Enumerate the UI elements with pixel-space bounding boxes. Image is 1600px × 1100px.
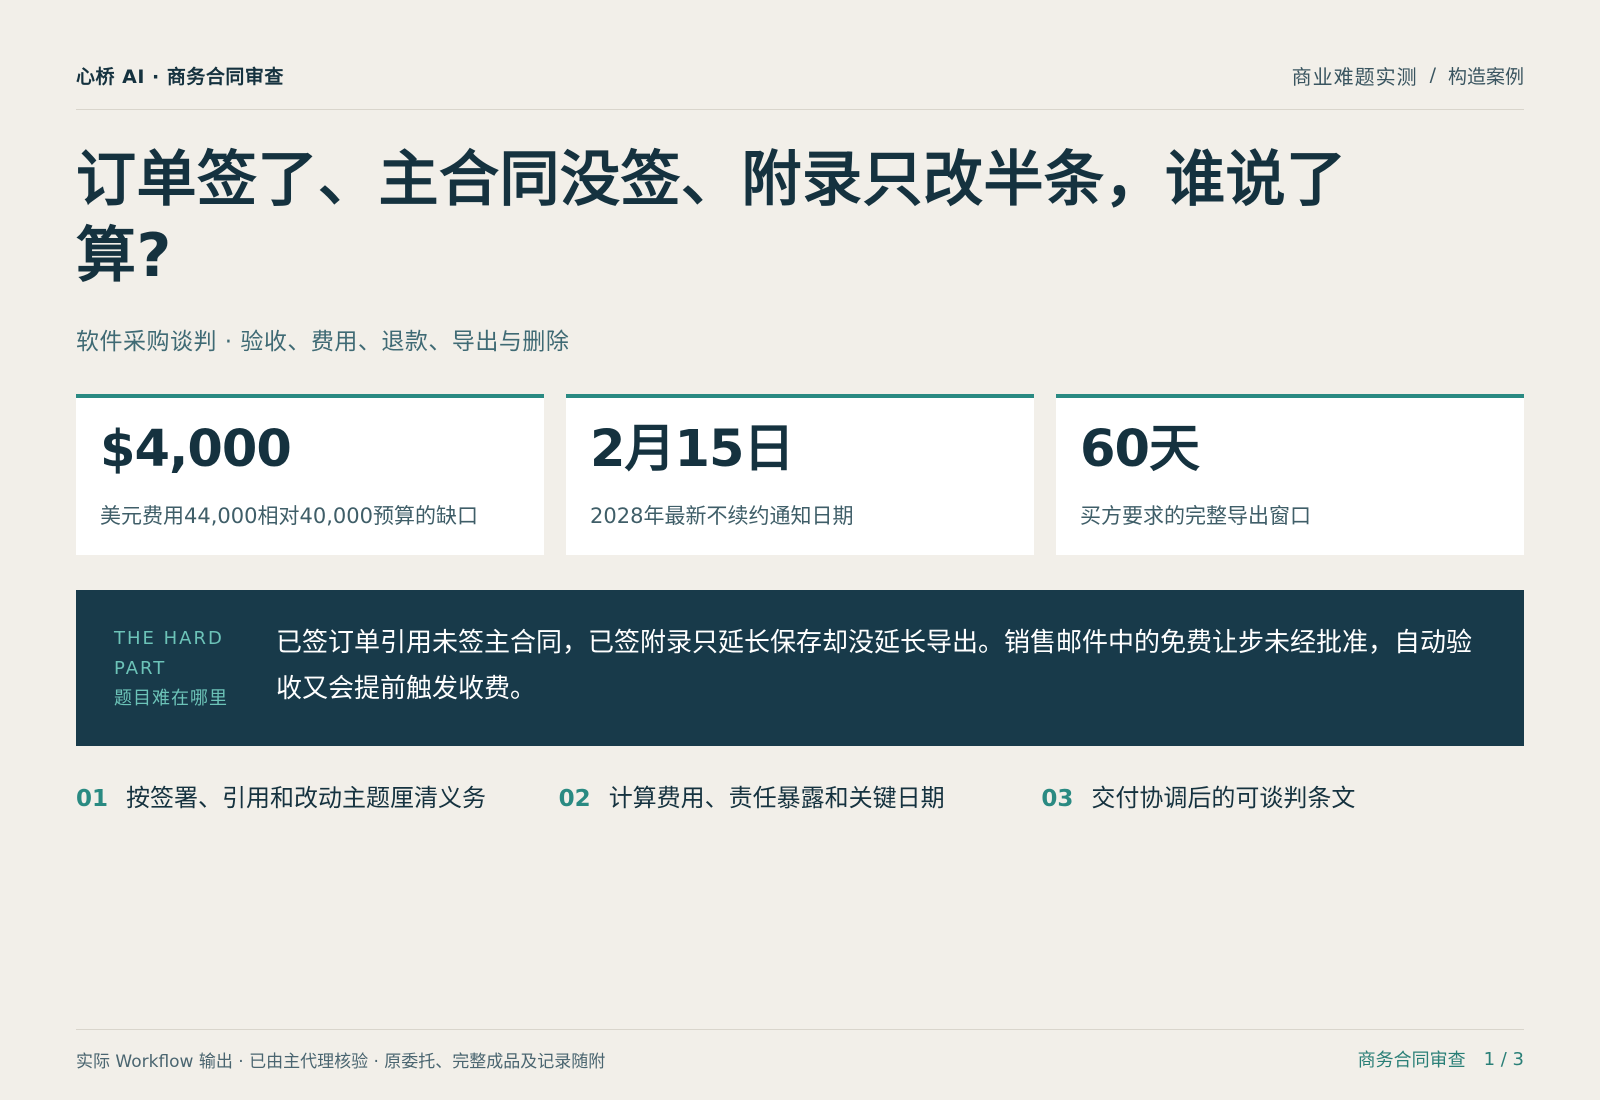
stat-value: 2月15日 bbox=[590, 420, 794, 479]
step-item: 02 计算费用、责任暴露和关键日期 bbox=[559, 778, 1042, 813]
page-number: 1 / 3 bbox=[1483, 1048, 1524, 1070]
steps-list: 01 按签署、引用和改动主题厘清义务 02 计算费用、责任暴露和关键日期 03 … bbox=[76, 778, 1524, 813]
footer: 实际 Workflow 输出 · 已由主代理核验 · 原委托、完整成品及记录随附… bbox=[76, 1046, 1524, 1072]
stat-card-export-window: 60天 买方要求的完整导出窗口 bbox=[1056, 394, 1524, 555]
step-item: 03 交付协调后的可谈判条文 bbox=[1041, 778, 1524, 813]
stat-label: 2028年最新不续约通知日期 bbox=[590, 504, 854, 528]
stat-value: 60天 bbox=[1080, 420, 1200, 479]
header-divider bbox=[76, 109, 1524, 110]
hard-part-panel: THE HARD PART 题目难在哪里 已签订单引用未签主合同，已签附录只延长… bbox=[76, 590, 1524, 746]
footer-meta: 商务合同审查 1 / 3 bbox=[1358, 1046, 1524, 1072]
breadcrumb-separator: / bbox=[1429, 64, 1436, 86]
slide-page: 心桥 AI · 商务合同审查 商业难题实测 / 构造案例 订单签了、主合同没签、… bbox=[76, 0, 1524, 1100]
step-text: 交付协调后的可谈判条文 bbox=[1091, 784, 1356, 812]
hard-part-tag-en: THE HARD PART bbox=[114, 628, 224, 679]
breadcrumb: 商业难题实测 / 构造案例 bbox=[1292, 61, 1524, 90]
top-bar: 心桥 AI · 商务合同审查 商业难题实测 / 构造案例 bbox=[76, 56, 1524, 94]
page-subtitle: 软件采购谈判 · 验收、费用、退款、导出与删除 bbox=[76, 329, 570, 355]
footer-divider bbox=[76, 1029, 1524, 1030]
step-text: 按签署、引用和改动主题厘清义务 bbox=[126, 784, 487, 812]
footer-section-label: 商务合同审查 bbox=[1357, 1050, 1466, 1071]
step-number: 02 bbox=[558, 786, 591, 812]
page-title: 订单签了、主合同没签、附录只改半条，谁说了算? bbox=[76, 145, 1347, 291]
stat-label: 买方要求的完整导出窗口 bbox=[1080, 504, 1311, 528]
breadcrumb-secondary: 构造案例 bbox=[1447, 65, 1524, 88]
stat-card-cost-gap: $4,000 美元费用44,000相对40,000预算的缺口 bbox=[76, 394, 544, 555]
hard-part-tag-zh: 题目难在哪里 bbox=[114, 688, 228, 709]
step-item: 01 按签署、引用和改动主题厘清义务 bbox=[76, 778, 559, 813]
stat-card-notice-date: 2月15日 2028年最新不续约通知日期 bbox=[566, 394, 1034, 555]
stat-label: 美元费用44,000相对40,000预算的缺口 bbox=[100, 504, 478, 528]
hard-part-tag: THE HARD PART 题目难在哪里 bbox=[114, 624, 254, 714]
stat-cards: $4,000 美元费用44,000相对40,000预算的缺口 2月15日 202… bbox=[76, 394, 1524, 555]
stat-value: $4,000 bbox=[100, 420, 292, 479]
step-number: 01 bbox=[76, 786, 109, 812]
footer-note: 实际 Workflow 输出 · 已由主代理核验 · 原委托、完整成品及记录随附 bbox=[76, 1051, 606, 1072]
step-number: 03 bbox=[1041, 786, 1074, 812]
breadcrumb-primary: 商业难题实测 bbox=[1291, 64, 1418, 89]
brand-title: 心桥 AI · 商务合同审查 bbox=[76, 65, 284, 88]
step-text: 计算费用、责任暴露和关键日期 bbox=[608, 784, 945, 812]
hard-part-text: 已签订单引用未签主合同，已签附录只延长保存却没延长导出。销售邮件中的免费让步未经… bbox=[276, 628, 1473, 704]
